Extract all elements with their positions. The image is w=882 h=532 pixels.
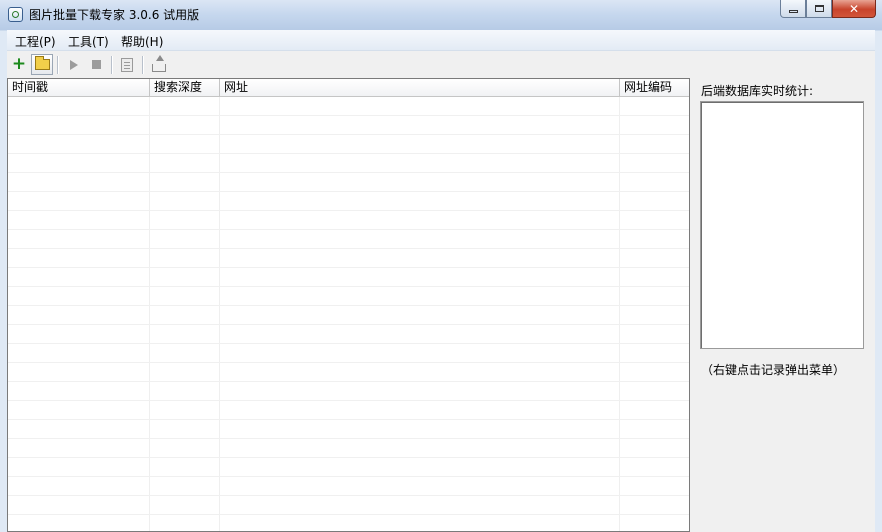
- table-row: [8, 363, 689, 382]
- table-row: [8, 268, 689, 287]
- start-button[interactable]: [63, 54, 85, 75]
- toolbar-separator: [142, 56, 144, 74]
- toolbar-separator: [57, 56, 59, 74]
- table-row: [8, 154, 689, 173]
- client-area: 工程(P) 工具(T) 帮助(H) + 时间戳 搜索深度 网址 网址编码 后端数…: [7, 30, 875, 532]
- column-header-url[interactable]: 网址: [220, 79, 620, 96]
- window-title: 图片批量下载专家 3.0.6 试用版: [29, 8, 200, 22]
- minimize-icon: [788, 10, 798, 13]
- table-row: [8, 439, 689, 458]
- export-button[interactable]: [148, 54, 170, 75]
- close-icon: ✕: [848, 1, 860, 16]
- stop-icon: [91, 60, 101, 69]
- table-row: [8, 401, 689, 420]
- column-gridline: [689, 97, 690, 531]
- play-icon: [70, 59, 78, 70]
- menu-project[interactable]: 工程(P): [10, 32, 61, 51]
- stop-button[interactable]: [85, 54, 107, 75]
- table-row: [8, 211, 689, 230]
- table-row: [8, 477, 689, 496]
- open-project-button[interactable]: [31, 54, 53, 75]
- table-row: [8, 325, 689, 344]
- caption-buttons: ✕: [780, 0, 876, 20]
- table-row: [8, 97, 689, 116]
- stats-box[interactable]: [700, 101, 864, 349]
- minimize-button[interactable]: [780, 0, 806, 18]
- document-icon: [121, 57, 133, 72]
- plus-icon: +: [11, 54, 27, 74]
- table-row: [8, 515, 689, 531]
- table-row: [8, 249, 689, 268]
- menu-bar: 工程(P) 工具(T) 帮助(H): [7, 30, 875, 51]
- column-header-timestamp[interactable]: 时间戳: [8, 79, 150, 96]
- column-header-search-depth[interactable]: 搜索深度: [150, 79, 220, 96]
- table-row: [8, 458, 689, 477]
- table-row: [8, 192, 689, 211]
- list-body[interactable]: [8, 97, 689, 531]
- table-row: [8, 420, 689, 439]
- table-row: [8, 173, 689, 192]
- maximize-button[interactable]: [806, 0, 832, 18]
- table-row: [8, 230, 689, 249]
- table-row: [8, 382, 689, 401]
- app-icon[interactable]: [8, 7, 23, 22]
- folder-open-icon: [34, 56, 50, 70]
- close-button[interactable]: ✕: [832, 0, 876, 18]
- export-icon: [152, 54, 166, 72]
- toolbar: +: [7, 52, 875, 78]
- table-row: [8, 135, 689, 154]
- table-row: [8, 306, 689, 325]
- menu-tools[interactable]: 工具(T): [63, 32, 114, 51]
- table-row: [8, 496, 689, 515]
- column-header-url-encoding[interactable]: 网址编码: [620, 79, 689, 96]
- toolbar-separator: [111, 56, 113, 74]
- new-project-button[interactable]: +: [8, 54, 30, 75]
- properties-button[interactable]: [116, 54, 138, 75]
- table-row: [8, 287, 689, 306]
- context-menu-hint: （右键点击记录弹出菜单）: [701, 363, 846, 377]
- title-bar[interactable]: 图片批量下载专家 3.0.6 试用版 ✕: [0, 0, 882, 30]
- table-row: [8, 116, 689, 135]
- list-header: 时间戳 搜索深度 网址 网址编码: [8, 79, 689, 97]
- app-window: 图片批量下载专家 3.0.6 试用版 ✕ 工程(P) 工具(T) 帮助(H) +: [0, 0, 882, 532]
- maximize-icon: [814, 5, 824, 12]
- menu-help[interactable]: 帮助(H): [116, 32, 168, 51]
- stats-label: 后端数据库实时统计:: [701, 84, 814, 98]
- table-row: [8, 344, 689, 363]
- url-list-view[interactable]: 时间戳 搜索深度 网址 网址编码: [7, 78, 690, 532]
